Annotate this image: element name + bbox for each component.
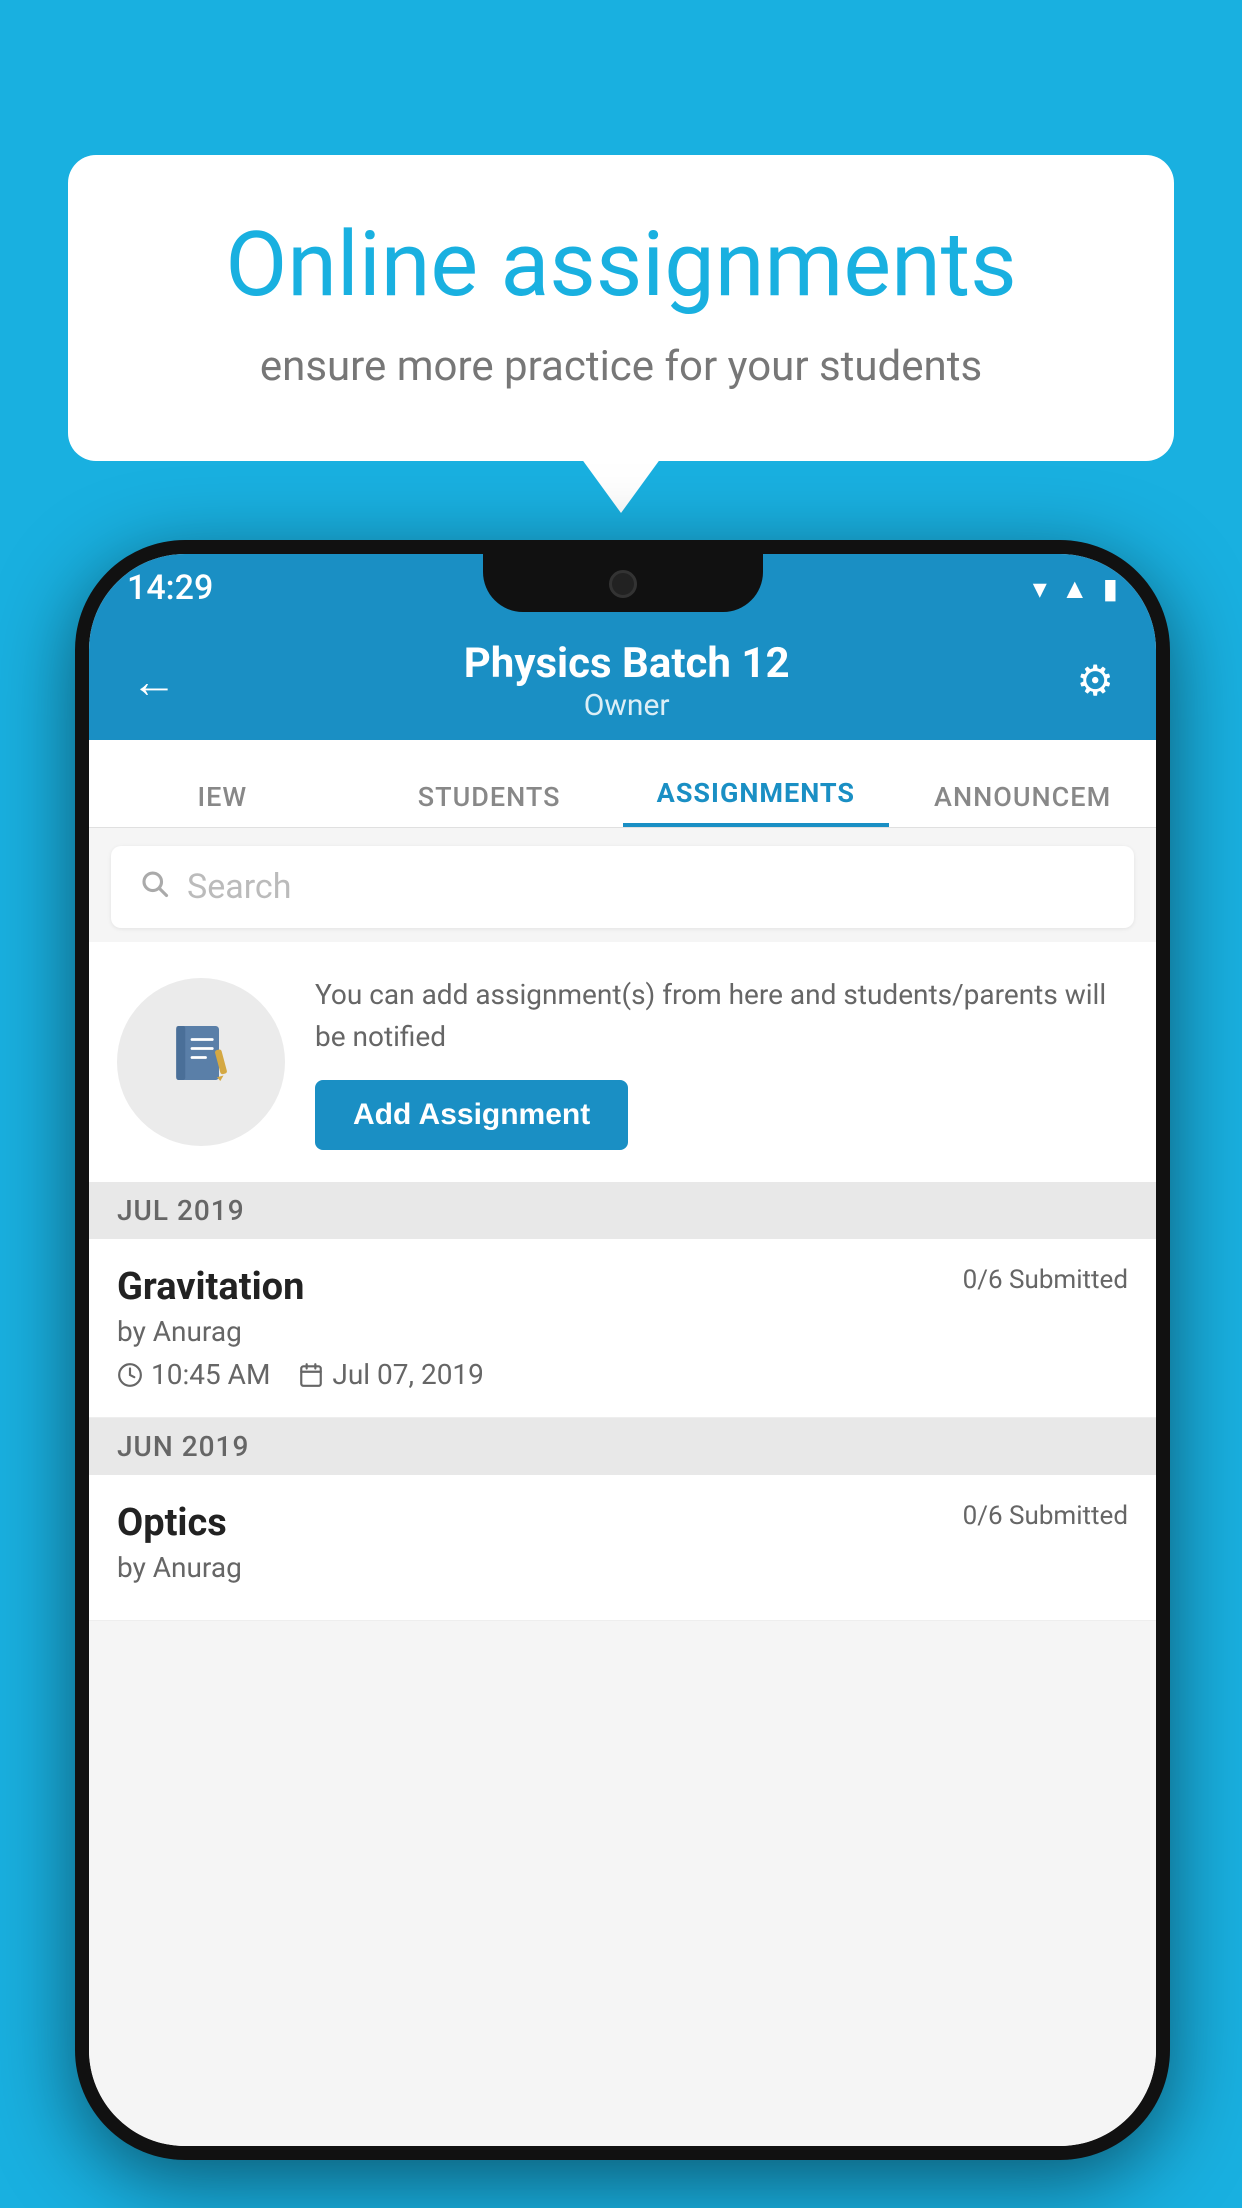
search-icon [139,867,169,907]
tabs-bar: IEW STUDENTS ASSIGNMENTS ANNOUNCEM [89,740,1156,828]
tab-iew[interactable]: IEW [89,781,356,827]
date-label-gravitation: Jul 07, 2019 [332,1358,484,1391]
meta-date-gravitation: Jul 07, 2019 [298,1358,484,1391]
promo-title: Online assignments [138,215,1104,314]
meta-time-gravitation: 10:45 AM [117,1358,270,1391]
screen-content: Search [89,828,1156,2146]
tab-students[interactable]: STUDENTS [356,781,623,827]
add-assignment-block: You can add assignment(s) from here and … [89,942,1156,1182]
app-bar: ← Physics Batch 12 Owner ⚙ [89,622,1156,740]
time-label-gravitation: 10:45 AM [151,1358,270,1391]
signal-icon: ▲ [1061,572,1089,605]
assignment-meta-gravitation: 10:45 AM Jul 07, 2019 [117,1358,1128,1391]
status-time: 14:29 [127,568,213,608]
assignment-author-optics: by Anurag [117,1551,1128,1584]
section-header-jul: JUL 2019 [89,1182,1156,1239]
phone-frame: 14:29 ▾ ▲ ▮ ← Physics Batch 12 Owner ⚙ I… [75,540,1170,2160]
assignment-item-top-optics: Optics 0/6 Submitted [117,1501,1128,1545]
phone-notch [483,554,763,612]
assignment-item-gravitation[interactable]: Gravitation 0/6 Submitted by Anurag 10:4… [89,1239,1156,1418]
add-assignment-description: You can add assignment(s) from here and … [315,974,1128,1058]
app-bar-subtitle: Owner [464,688,790,723]
tab-assignments[interactable]: ASSIGNMENTS [623,777,890,827]
assignment-notebook-icon [165,1017,237,1107]
assignment-author-gravitation: by Anurag [117,1315,1128,1348]
app-bar-title-block: Physics Batch 12 Owner [464,639,790,723]
wifi-icon: ▾ [1033,572,1047,605]
app-bar-title: Physics Batch 12 [464,639,790,688]
assignment-item-top: Gravitation 0/6 Submitted [117,1265,1128,1309]
promo-subtitle: ensure more practice for your students [138,342,1104,391]
front-camera [609,570,637,598]
phone-screen: 14:29 ▾ ▲ ▮ ← Physics Batch 12 Owner ⚙ I… [89,554,1156,2146]
back-button[interactable]: ← [131,654,177,709]
assignment-status-gravitation: 0/6 Submitted [963,1265,1128,1295]
section-header-jun: JUN 2019 [89,1418,1156,1475]
search-placeholder: Search [187,867,291,907]
tab-announcements[interactable]: ANNOUNCEM [889,781,1156,827]
assignment-icon-circle [117,978,285,1146]
assignment-title-gravitation: Gravitation [117,1265,304,1309]
assignment-title-optics: Optics [117,1501,227,1545]
add-assignment-button[interactable]: Add Assignment [315,1080,628,1150]
status-icons: ▾ ▲ ▮ [1033,572,1118,605]
settings-button[interactable]: ⚙ [1076,656,1114,706]
add-assignment-right: You can add assignment(s) from here and … [315,974,1128,1150]
assignment-item-optics[interactable]: Optics 0/6 Submitted by Anurag [89,1475,1156,1621]
promo-card: Online assignments ensure more practice … [68,155,1174,461]
assignment-status-optics: 0/6 Submitted [963,1501,1128,1531]
search-bar[interactable]: Search [111,846,1134,928]
battery-icon: ▮ [1103,572,1118,605]
